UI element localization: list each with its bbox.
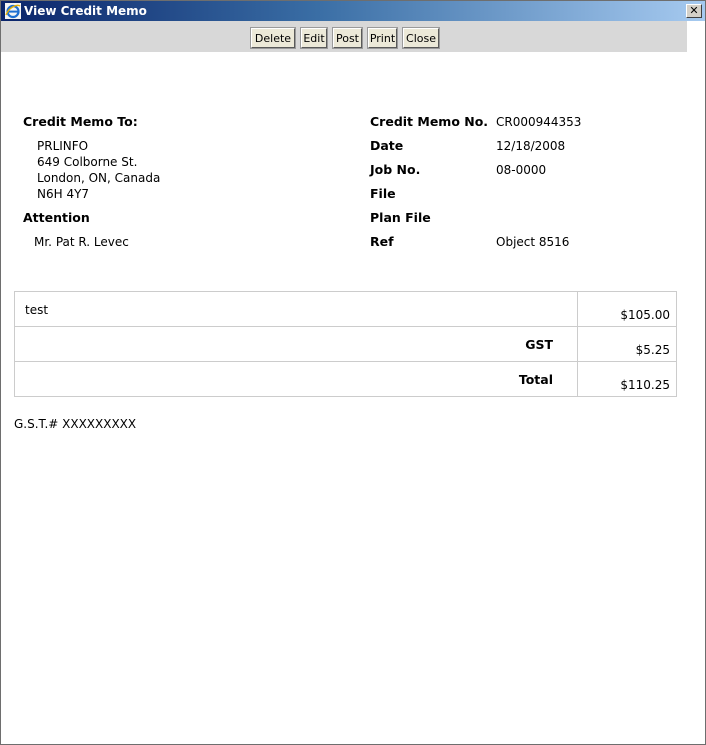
- date-value: 12/18/2008: [496, 139, 566, 153]
- bill-to-city: London, ON, Canada: [37, 171, 161, 185]
- item-description: test: [25, 303, 49, 317]
- attention-label: Attention: [23, 210, 90, 225]
- item-amount: $105.00: [620, 308, 670, 322]
- total-label: Total: [518, 372, 553, 387]
- print-button[interactable]: Print: [368, 28, 397, 48]
- ref-label: Ref: [370, 234, 394, 249]
- title-bar[interactable]: View Credit Memo ✕: [1, 1, 705, 21]
- toolbar: Delete Edit Post Print Close: [1, 21, 687, 52]
- credit-memo-window: View Credit Memo ✕ Delete Edit Post Prin…: [0, 0, 706, 745]
- plan-file-label: Plan File: [370, 210, 431, 225]
- gst-number: G.S.T.# XXXXXXXXX: [14, 417, 137, 431]
- memo-no-label: Credit Memo No.: [370, 114, 489, 129]
- gst-label: GST: [525, 337, 553, 352]
- table-row: Total $110.25: [15, 362, 676, 397]
- memo-no-value: CR000944353: [496, 115, 582, 129]
- total-amount: $110.25: [620, 378, 670, 392]
- job-no-value: 08-0000: [496, 163, 547, 177]
- close-button[interactable]: Close: [403, 28, 439, 48]
- edit-button[interactable]: Edit: [301, 28, 327, 48]
- bill-to-heading: Credit Memo To:: [23, 114, 138, 129]
- bill-to-street: 649 Colborne St.: [37, 155, 138, 169]
- job-no-label: Job No.: [370, 162, 421, 177]
- ie-icon: [5, 3, 21, 19]
- window-title: View Credit Memo: [24, 4, 147, 18]
- bill-to-postal: N6H 4Y7: [37, 187, 90, 201]
- delete-button[interactable]: Delete: [251, 28, 295, 48]
- date-label: Date: [370, 138, 404, 153]
- line-items-table: test $105.00 GST $5.25 Total $110.25: [14, 291, 677, 397]
- bill-to-company: PRLINFO: [37, 139, 89, 153]
- window-close-icon[interactable]: ✕: [686, 4, 702, 18]
- ref-value: Object 8516: [496, 235, 570, 249]
- file-label: File: [370, 186, 396, 201]
- post-button[interactable]: Post: [333, 28, 362, 48]
- gst-amount: $5.25: [635, 343, 670, 357]
- table-row: GST $5.25: [15, 327, 676, 362]
- attention-name: Mr. Pat R. Levec: [34, 235, 129, 249]
- scrollbar-track: [687, 21, 705, 744]
- table-row: test $105.00: [15, 292, 676, 327]
